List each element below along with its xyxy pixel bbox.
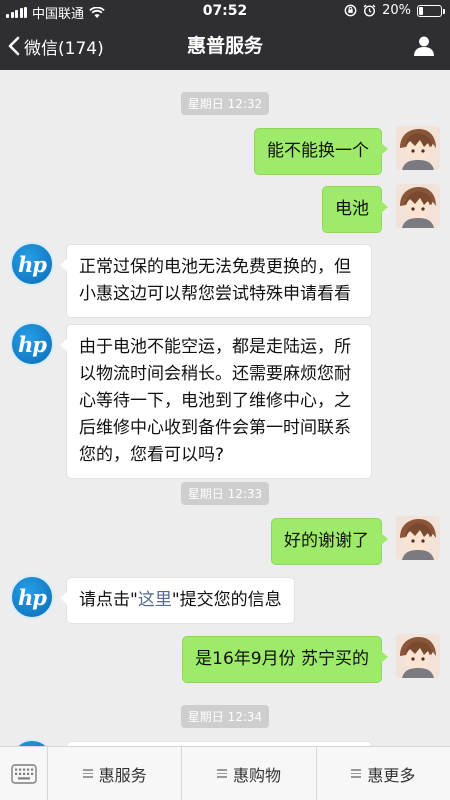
chat-area[interactable]: 星期日 12:32 能不能换一个 电池 hp 正常过保的电池无法免费更换的，但 … bbox=[0, 70, 450, 746]
menu-hui-more[interactable]: 惠更多 bbox=[317, 747, 450, 800]
hp-logo-icon: hp bbox=[10, 575, 54, 619]
message-bubble-sent[interactable]: 能不能换一个 bbox=[254, 128, 388, 175]
bottom-menu-bar: 惠服务 惠购物 惠更多 bbox=[0, 746, 450, 800]
message-bubble-received[interactable]: 正常过保的电池无法免费更换的，但 小惠这边可以帮您尝试特殊申请看看 bbox=[60, 244, 372, 318]
battery-icon bbox=[417, 4, 445, 17]
message-bubble-received[interactable]: 请点击"这里"提交您的信息 bbox=[60, 577, 295, 624]
menu-hui-shopping[interactable]: 惠购物 bbox=[182, 747, 317, 800]
menu-lines-icon bbox=[82, 769, 93, 778]
hp-service-avatar[interactable]: hp bbox=[10, 739, 54, 746]
battery-percent: 20% bbox=[382, 3, 411, 18]
timestamp: 星期日 12:33 bbox=[0, 482, 450, 505]
status-bar: 中国联通 07:52 20% bbox=[0, 0, 450, 22]
rotation-lock-icon bbox=[344, 4, 357, 17]
user-avatar[interactable] bbox=[396, 184, 440, 228]
hp-service-avatar[interactable]: hp bbox=[10, 242, 54, 286]
menu-lines-icon bbox=[216, 769, 227, 778]
user-avatar[interactable] bbox=[396, 634, 440, 678]
hp-logo-icon: hp bbox=[10, 739, 54, 746]
message-bubble-received[interactable]: 由于电池不能空运，都是走陆运，所 以物流时间会稍长。还需要麻烦您耐 心等待一下，… bbox=[60, 324, 372, 479]
hp-logo-icon: hp bbox=[10, 322, 54, 366]
alarm-icon bbox=[363, 4, 376, 17]
hp-logo-icon: hp bbox=[10, 242, 54, 286]
menu-hui-service[interactable]: 惠服务 bbox=[48, 747, 183, 800]
hp-service-avatar[interactable]: hp bbox=[10, 575, 54, 619]
keyboard-toggle-button[interactable] bbox=[0, 747, 48, 800]
back-label: 微信(174) bbox=[24, 38, 104, 59]
keyboard-icon bbox=[10, 764, 37, 784]
back-button[interactable]: 微信(174) bbox=[8, 22, 104, 70]
timestamp: 星期日 12:32 bbox=[0, 92, 450, 115]
user-avatar[interactable] bbox=[396, 516, 440, 560]
nav-bar: 微信(174) 惠普服务 bbox=[0, 22, 450, 70]
timestamp: 星期日 12:34 bbox=[0, 705, 450, 728]
user-profile-icon[interactable] bbox=[412, 34, 436, 58]
message-bubble-sent[interactable]: 好的谢谢了 bbox=[271, 518, 388, 565]
message-bubble-sent[interactable]: 电池 bbox=[322, 186, 388, 233]
menu-lines-icon bbox=[351, 769, 362, 778]
submit-info-link[interactable]: 这里 bbox=[138, 590, 172, 610]
hp-service-avatar[interactable]: hp bbox=[10, 322, 54, 366]
chevron-left-icon bbox=[8, 36, 20, 56]
message-bubble-sent[interactable]: 是16年9月份 苏宁买的 bbox=[182, 636, 388, 683]
user-avatar[interactable] bbox=[396, 126, 440, 170]
